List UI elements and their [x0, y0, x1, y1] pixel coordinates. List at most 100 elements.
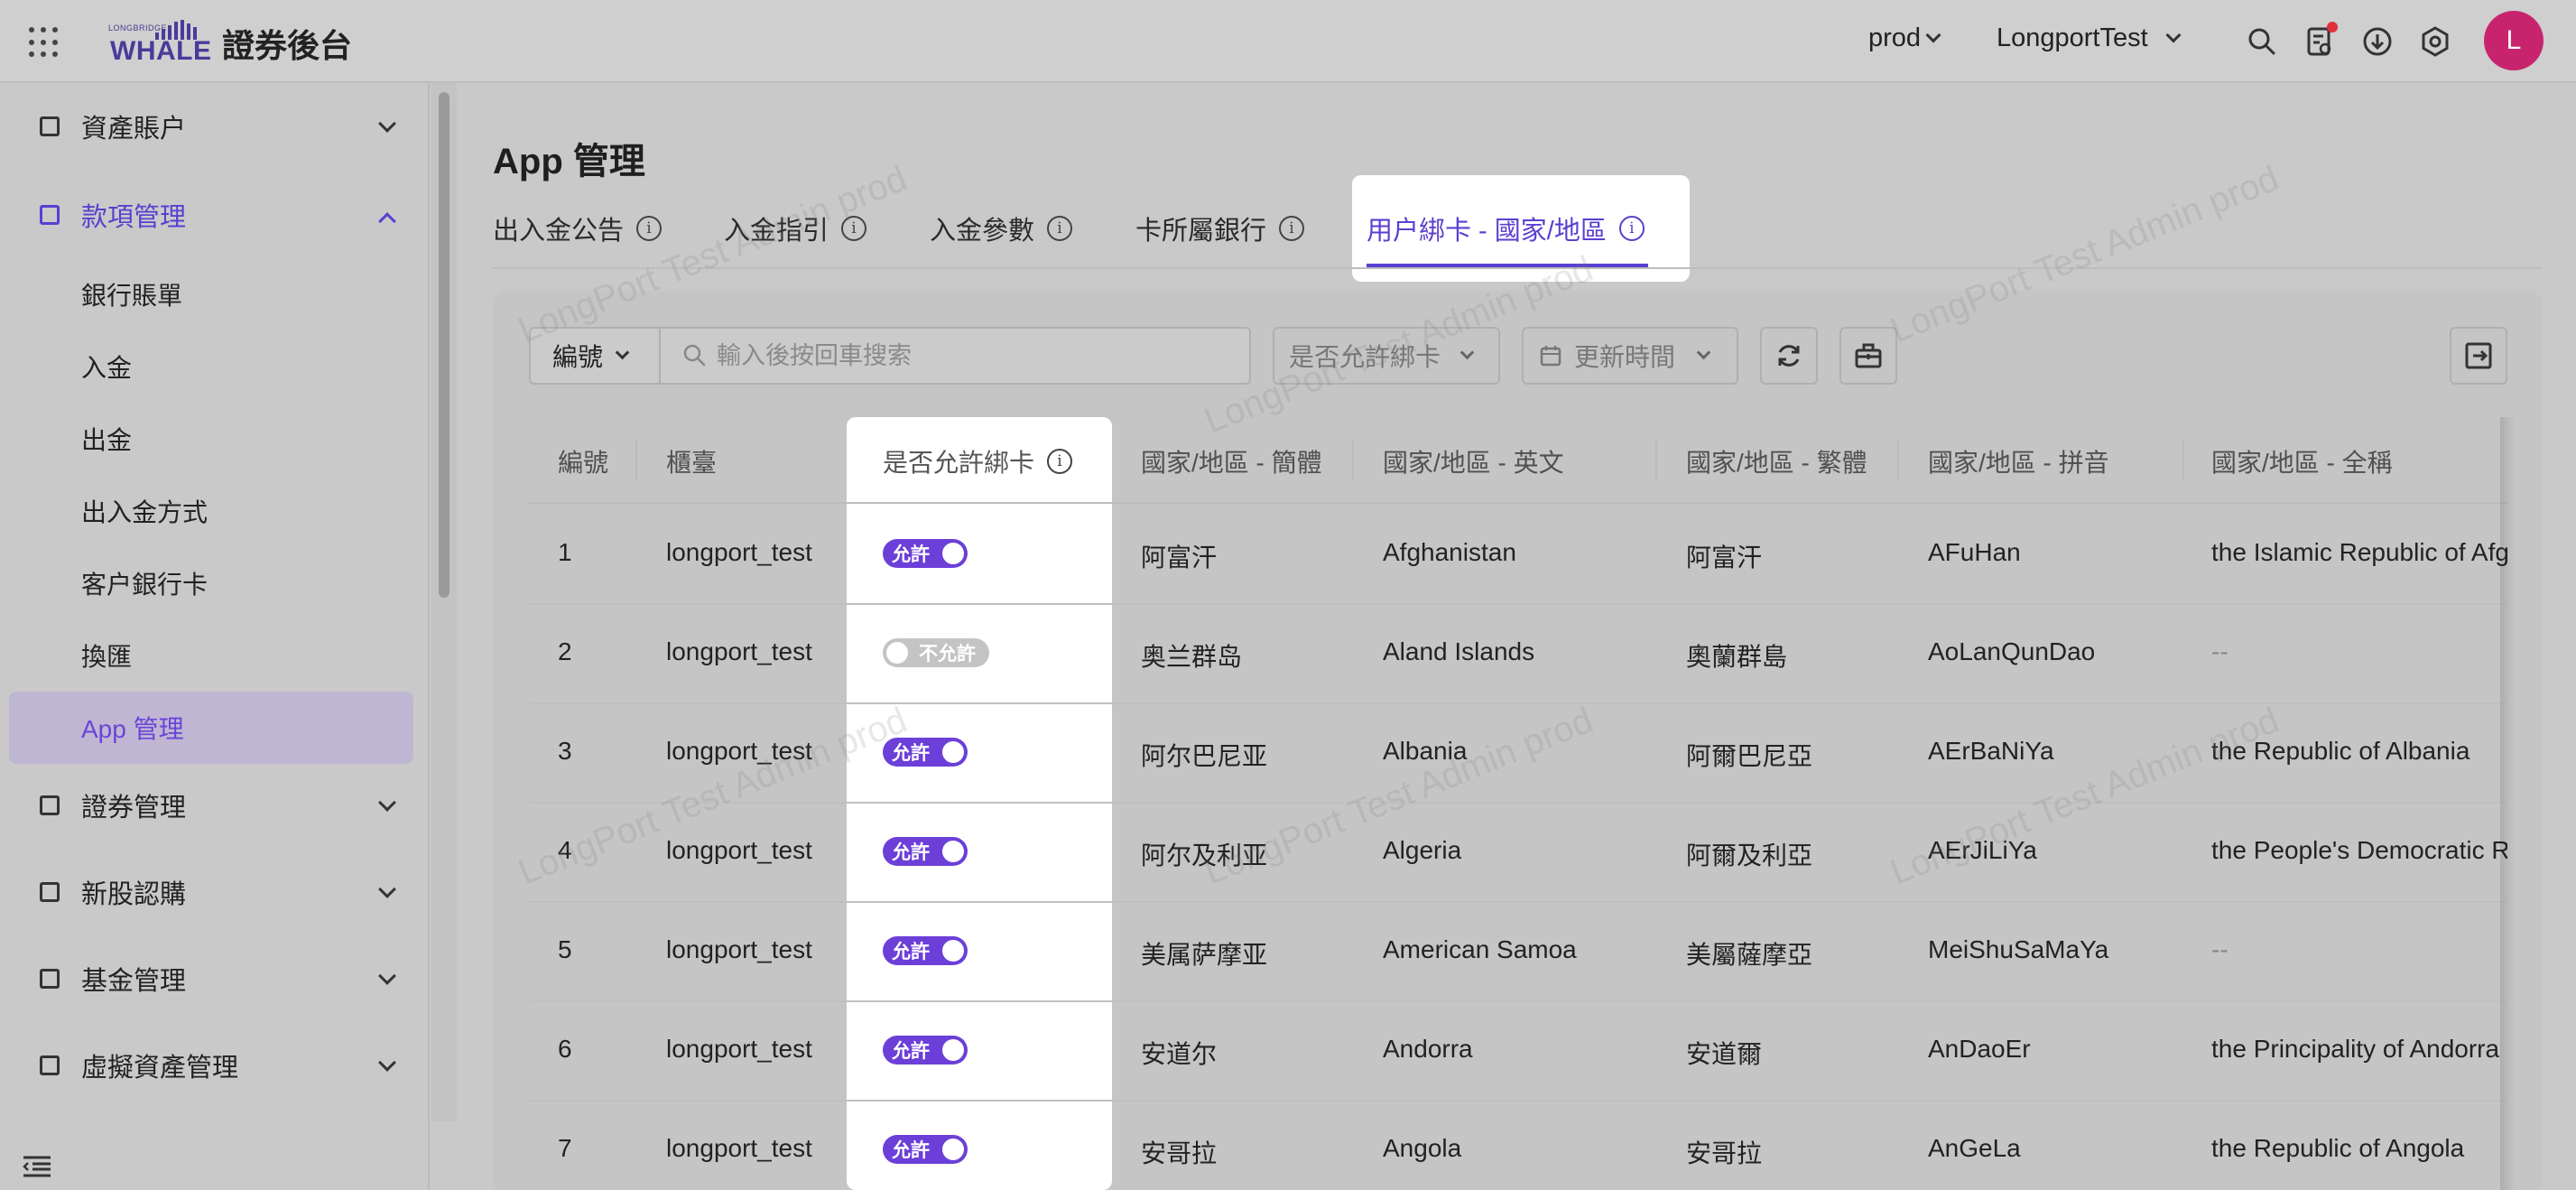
allow-binding-toggle[interactable]: 允許	[883, 837, 968, 866]
chevron-down-icon	[2165, 27, 2182, 42]
tab-card-binding-regions[interactable]: 用户綁卡 - 國家/地區 i	[1367, 209, 1645, 247]
sidebar-group-ipo[interactable]: 新股認購	[0, 856, 430, 928]
cell-pinyin: AErBaNiYa	[1928, 737, 2054, 765]
refresh-button[interactable]	[1760, 327, 1818, 385]
allow-binding-toggle[interactable]: 允許	[883, 1135, 968, 1164]
info-icon[interactable]: i	[1279, 216, 1305, 241]
sidebar-group-funds[interactable]: 基金管理	[0, 943, 430, 1015]
column-separator	[1655, 439, 1657, 480]
column-header-english[interactable]: 國家/地區 - 英文	[1383, 421, 1564, 502]
tab-label: 入金參數	[930, 217, 1035, 246]
export-button[interactable]	[2450, 327, 2507, 385]
cell-english: Afghanistan	[1383, 538, 1516, 566]
document-icon	[40, 205, 60, 225]
toggle-knob	[886, 642, 908, 664]
allow-binding-toggle[interactable]: 允許	[883, 738, 968, 767]
search-field-select[interactable]: 編號	[531, 329, 661, 383]
env-select[interactable]: prod	[1868, 23, 1941, 53]
sidebar-group-securities[interactable]: 證券管理	[0, 769, 430, 841]
search-input[interactable]	[717, 336, 1222, 376]
securities-icon	[40, 795, 60, 815]
column-header-full-name[interactable]: 國家/地區 - 全稱	[2211, 421, 2393, 502]
fund-chart-icon	[40, 969, 60, 989]
search-icon[interactable]	[2246, 25, 2278, 58]
tenant-select[interactable]: LongportTest	[1997, 23, 2182, 53]
column-header-counter[interactable]: 櫃臺	[666, 421, 717, 502]
chevron-down-icon	[1459, 345, 1475, 359]
row-divider	[529, 702, 2507, 704]
search-icon	[683, 344, 706, 367]
allow-binding-filter[interactable]: 是否允許綁卡	[1273, 327, 1500, 385]
cell-pinyin: AErJiLiYa	[1928, 836, 2037, 864]
cell-english: Andorra	[1383, 1035, 1473, 1063]
ipo-icon	[40, 882, 60, 902]
toggle-knob	[942, 1139, 964, 1160]
allow-binding-toggle[interactable]: 不允許	[883, 638, 989, 667]
info-icon[interactable]: i	[636, 216, 663, 241]
cell-id: 3	[558, 737, 572, 765]
calendar-icon	[1540, 346, 1561, 367]
toolbox-icon	[1855, 343, 1882, 368]
info-icon[interactable]: i	[1047, 449, 1073, 474]
row-divider	[529, 1000, 2507, 1002]
tab-card-banks[interactable]: 卡所屬銀行 i	[1135, 209, 1305, 247]
table-scroll-shadow	[2500, 417, 2515, 1190]
toggle-label: 允許	[892, 1041, 930, 1062]
sidebar-item-fx-exchange[interactable]: 換匯	[81, 619, 132, 692]
cell-pinyin: AnGeLa	[1928, 1134, 2021, 1162]
settings-icon[interactable]	[2419, 25, 2451, 58]
tab-label: 用户綁卡 - 國家/地區	[1367, 217, 1607, 246]
info-icon[interactable]: i	[1047, 216, 1073, 241]
info-icon[interactable]: i	[841, 216, 867, 241]
info-icon[interactable]: i	[1618, 216, 1645, 241]
cell-traditional: 阿富汗	[1686, 544, 1763, 572]
sidebar-item-payment-methods[interactable]: 出入金方式	[81, 475, 208, 547]
toggle-knob	[942, 841, 964, 862]
logo: LONGBRIDGE WHALE	[108, 18, 211, 66]
sidebar-item-app-management[interactable]: App 管理	[81, 692, 184, 764]
sidebar-group-label: 資產賬户	[81, 115, 187, 144]
column-header-pinyin[interactable]: 國家/地區 - 拼音	[1928, 421, 2109, 502]
allow-binding-toggle[interactable]: 允許	[883, 539, 968, 568]
download-cloud-icon[interactable]	[2361, 25, 2394, 58]
cell-counter: longport_test	[666, 737, 812, 765]
toolbox-button[interactable]	[1839, 327, 1897, 385]
cell-counter: longport_test	[666, 935, 812, 963]
app-grid-icon[interactable]	[29, 27, 60, 58]
tab-deposit-guide[interactable]: 入金指引 i	[724, 209, 867, 247]
search-combo: 編號	[529, 327, 1251, 385]
column-header-allow-binding[interactable]: 是否允許綁卡 i	[883, 421, 1073, 502]
sidebar-scrollbar[interactable]	[439, 92, 449, 598]
sidebar-item-deposit[interactable]: 入金	[81, 330, 132, 403]
allow-binding-toggle[interactable]: 允許	[883, 936, 968, 965]
cell-id: 4	[558, 836, 572, 864]
allow-binding-toggle[interactable]: 允許	[883, 1036, 968, 1064]
toggle-label: 允許	[892, 842, 930, 863]
toggle-knob	[942, 741, 964, 763]
wallet-icon	[40, 116, 60, 136]
column-header-id[interactable]: 編號	[558, 421, 608, 502]
user-avatar[interactable]: L	[2484, 11, 2544, 70]
cell-traditional: 美屬薩摩亞	[1686, 941, 1813, 969]
sidebar-group-virtual-assets[interactable]: 虛擬資產管理	[0, 1029, 430, 1102]
cell-pinyin: AFuHan	[1928, 538, 2021, 566]
tab-deposit-params[interactable]: 入金參數 i	[930, 209, 1073, 247]
sidebar-item-customer-bank-cards[interactable]: 客户銀行卡	[81, 547, 208, 619]
collapse-sidebar-icon[interactable]	[22, 1156, 52, 1177]
tab-label: 出入金公告	[493, 217, 625, 246]
cell-full-name: the Republic of Angola	[2211, 1134, 2465, 1162]
sidebar-item-bank-statements[interactable]: 銀行賬單	[81, 258, 182, 330]
toggle-label: 允許	[892, 942, 930, 962]
sidebar-group-payments[interactable]: 款項管理	[0, 179, 430, 251]
column-header-traditional[interactable]: 國家/地區 - 繁體	[1686, 421, 1867, 502]
sidebar-group-asset-accounts[interactable]: 資產賬户	[0, 90, 430, 163]
chevron-down-icon	[378, 115, 396, 133]
column-header-simplified[interactable]: 國家/地區 - 簡體	[1141, 421, 1322, 502]
sidebar-item-withdrawal[interactable]: 出金	[81, 403, 132, 475]
update-time-filter[interactable]: 更新時間	[1522, 327, 1738, 385]
cell-english: American Samoa	[1383, 935, 1577, 963]
time-filter-label: 更新時間	[1574, 343, 1676, 371]
chevron-down-icon	[378, 967, 396, 985]
toggle-label: 允許	[892, 743, 930, 764]
tab-announcements[interactable]: 出入金公告 i	[493, 209, 663, 247]
